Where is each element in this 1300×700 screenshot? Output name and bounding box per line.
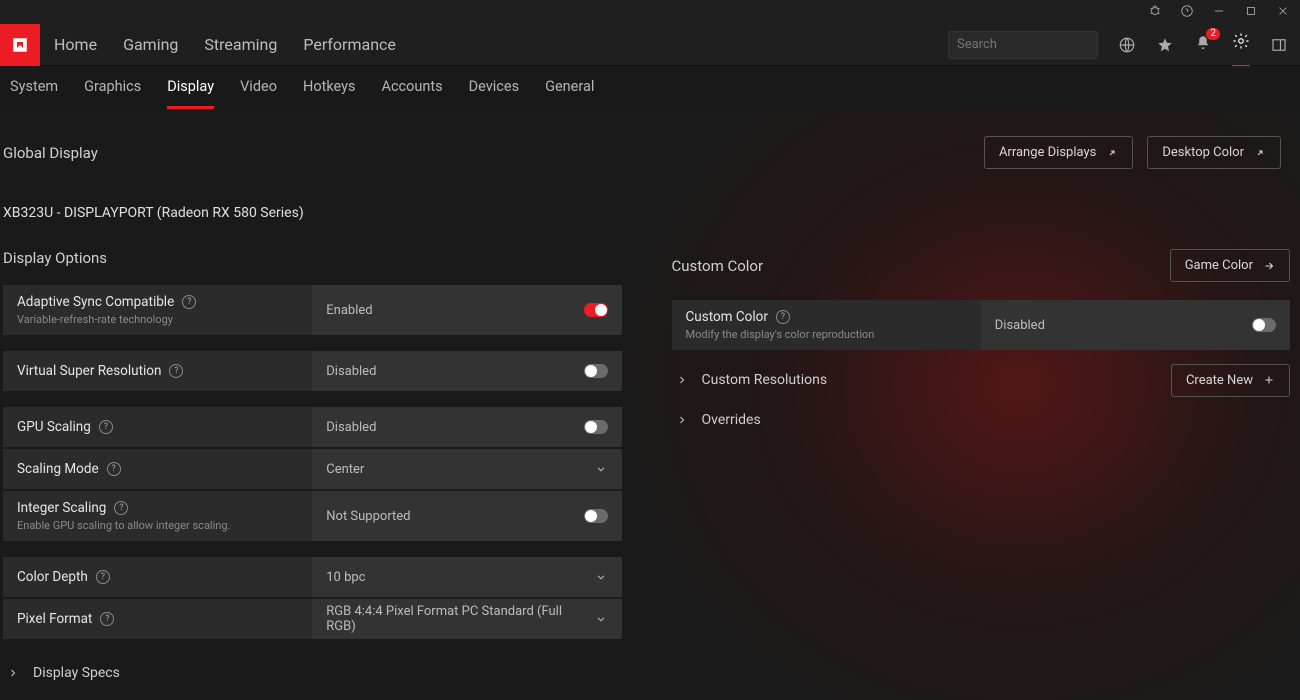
- maximize-button[interactable]: [1244, 3, 1258, 22]
- integer-scaling-toggle[interactable]: [584, 509, 608, 523]
- tab-graphics[interactable]: Graphics: [84, 78, 141, 97]
- display-device-label: XB323U - DISPLAYPORT (Radeon RX 580 Seri…: [3, 205, 1290, 221]
- nav-performance[interactable]: Performance: [303, 35, 396, 54]
- nav-home[interactable]: Home: [54, 35, 97, 54]
- arrow-right-icon: [1263, 260, 1275, 272]
- gpu-scaling-toggle[interactable]: [584, 420, 608, 434]
- chevron-down-icon: [594, 570, 608, 584]
- tab-system[interactable]: System: [10, 78, 58, 97]
- tab-video[interactable]: Video: [240, 78, 277, 97]
- help-icon[interactable]: ?: [107, 462, 121, 476]
- globe-icon[interactable]: [1118, 36, 1136, 54]
- adaptive-sync-toggle[interactable]: [584, 303, 608, 317]
- vsr-toggle[interactable]: [584, 364, 608, 378]
- row-custom-color: Custom Color? Modify the display's color…: [672, 300, 1291, 350]
- row-adaptive-sync: Adaptive Sync Compatible? Variable-refre…: [3, 285, 622, 335]
- custom-color-column: Custom Color Game Color Custom Color? Mo…: [672, 249, 1291, 693]
- chevron-right-icon: [7, 667, 19, 679]
- settings-button[interactable]: [1232, 32, 1250, 58]
- help-icon[interactable]: [1180, 3, 1194, 22]
- row-color-depth[interactable]: Color Depth? 10 bpc: [3, 557, 622, 597]
- titlebar: [0, 0, 1300, 24]
- top-nav: Home Gaming Streaming Performance 2: [0, 24, 1300, 66]
- row-scaling-mode[interactable]: Scaling Mode? Center: [3, 449, 622, 489]
- display-options-column: Display Options Adaptive Sync Compatible…: [3, 249, 622, 693]
- help-icon[interactable]: ?: [100, 612, 114, 626]
- tab-general[interactable]: General: [545, 78, 594, 97]
- help-icon[interactable]: ?: [99, 420, 113, 434]
- row-gpu-scaling: GPU Scaling? Disabled: [3, 407, 622, 447]
- chevron-right-icon: [676, 374, 688, 386]
- amd-logo[interactable]: [0, 24, 40, 66]
- close-button[interactable]: [1276, 3, 1290, 22]
- chevron-right-icon: [676, 414, 688, 426]
- search-box[interactable]: [948, 31, 1098, 59]
- chevron-down-icon: [594, 612, 608, 626]
- help-icon[interactable]: ?: [169, 364, 183, 378]
- nav-gaming[interactable]: Gaming: [123, 35, 178, 54]
- bug-icon[interactable]: [1148, 3, 1162, 22]
- game-color-button[interactable]: Game Color: [1170, 249, 1290, 282]
- star-icon[interactable]: [1156, 36, 1174, 54]
- custom-color-title: Custom Color: [672, 257, 764, 275]
- row-vsr: Virtual Super Resolution? Disabled: [3, 351, 622, 391]
- help-icon[interactable]: ?: [96, 570, 110, 584]
- display-specs-expander[interactable]: Display Specs: [3, 653, 622, 693]
- display-options-title: Display Options: [3, 249, 107, 267]
- help-icon[interactable]: ?: [182, 295, 196, 309]
- external-icon: [1254, 147, 1266, 159]
- custom-color-toggle[interactable]: [1252, 318, 1276, 332]
- tab-display[interactable]: Display: [167, 78, 214, 97]
- overrides-expander[interactable]: Overrides: [672, 400, 1291, 440]
- help-icon[interactable]: ?: [114, 501, 128, 515]
- help-icon[interactable]: ?: [776, 310, 790, 324]
- tab-hotkeys[interactable]: Hotkeys: [303, 78, 356, 97]
- desktop-color-button[interactable]: Desktop Color: [1147, 136, 1281, 169]
- content: Global Display Arrange Displays Desktop …: [0, 108, 1300, 680]
- tab-accounts[interactable]: Accounts: [382, 78, 443, 97]
- chevron-down-icon: [594, 462, 608, 476]
- settings-tabs: System Graphics Display Video Hotkeys Ac…: [0, 66, 1300, 108]
- page-title: Global Display: [3, 144, 98, 162]
- row-pixel-format[interactable]: Pixel Format? RGB 4:4:4 Pixel Format PC …: [3, 599, 622, 639]
- arrange-displays-button[interactable]: Arrange Displays: [984, 136, 1133, 169]
- create-new-button[interactable]: Create New: [1171, 364, 1290, 397]
- gear-icon: [1232, 32, 1250, 50]
- notifications-button[interactable]: 2: [1194, 34, 1212, 56]
- row-integer-scaling: Integer Scaling? Enable GPU scaling to a…: [3, 491, 622, 541]
- nav-streaming[interactable]: Streaming: [204, 35, 277, 54]
- plus-icon: [1263, 374, 1275, 386]
- tab-devices[interactable]: Devices: [469, 78, 519, 97]
- search-input[interactable]: [957, 37, 1123, 52]
- notification-badge: 2: [1206, 28, 1220, 40]
- sidebar-toggle-icon[interactable]: [1270, 36, 1288, 54]
- custom-resolutions-expander[interactable]: Custom Resolutions: [672, 360, 832, 400]
- external-icon: [1106, 147, 1118, 159]
- minimize-button[interactable]: [1212, 3, 1226, 22]
